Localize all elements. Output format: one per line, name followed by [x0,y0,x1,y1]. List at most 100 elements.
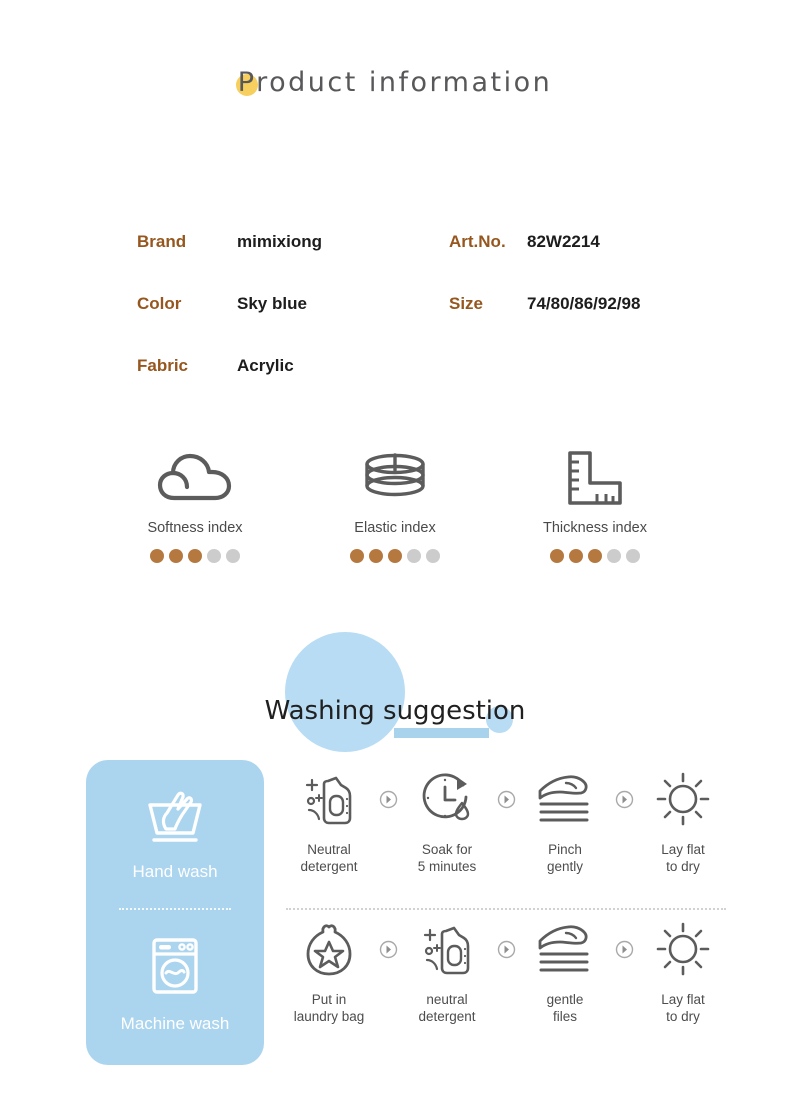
cloud-icon [95,447,295,509]
step-line-1: Pinch [548,842,582,857]
machine-wash-icon [144,935,206,1002]
heading-underline-bar [394,728,489,738]
washing-heading-block: Washing suggestion [0,632,790,752]
rating-dot [169,549,183,563]
wash-step-label: Lay flat to dry [640,991,726,1025]
spring-coil-icon [295,447,495,509]
hand-pinch-icon [522,910,608,982]
step-line-1: gentle [546,992,584,1007]
wash-step: neutral detergent [404,910,490,1025]
step-line-1: neutral [426,992,468,1007]
spec-value: mimixiong [237,232,323,251]
spec-value: Acrylic [237,356,294,375]
index-label: Elastic index [354,520,436,536]
rating-dot [550,549,564,563]
spec-pair-fabric: Fabric Acrylic [137,356,449,376]
circle-chevron-right-icon [490,910,522,959]
spec-row: Color Sky blue Size 74/80/86/92/98 [0,294,790,356]
wash-step: Soak for 5 minutes [404,760,490,875]
rating-dot [350,549,364,563]
step-line-1: Soak for [421,842,473,857]
clock-soak-icon [404,760,490,832]
quality-indexes: Softness index Elastic index Thickness i… [0,447,790,563]
page-header: Product information [0,62,790,132]
spec-value: Sky blue [237,294,307,313]
washing-suggestion-section: Hand wash Machine wash Neutral detergent… [0,760,790,1065]
wash-step-row: Neutral detergent Soak for 5 minutes Pin… [286,760,726,908]
index-item-thickness: Thickness index [495,447,695,563]
spec-value: 82W2214 [527,232,600,251]
rating-dot [369,549,383,563]
wash-step: Lay flat to dry [640,910,726,1025]
step-line-1: Lay flat [661,992,705,1007]
decorative-circle-large [285,632,405,752]
wash-step-label: neutral detergent [404,991,490,1025]
spec-row: Fabric Acrylic [0,356,790,418]
step-line-2: laundry bag [293,1009,365,1024]
hand-pinch-icon [522,760,608,832]
wash-step-label: Pinch gently [522,841,608,875]
spec-pair-brand: Brand mimixiong [137,232,449,252]
mode-divider [119,908,231,910]
step-line-2: detergent [300,859,358,874]
washing-heading: Washing suggestion [264,696,526,726]
rating-dot [150,549,164,563]
wash-mode-hand[interactable]: Hand wash [132,760,218,908]
rating-dot [207,549,221,563]
wash-mode-machine[interactable]: Machine wash [120,910,230,1058]
detergent-bottle-icon [286,760,372,832]
index-rating-dots [295,549,495,563]
ruler-square-icon [495,447,695,509]
rating-dot [407,549,421,563]
index-rating-dots [495,549,695,563]
circle-chevron-right-icon [372,760,404,809]
spec-label: Color [137,294,182,313]
spec-value: 74/80/86/92/98 [527,294,641,313]
rating-dot [569,549,583,563]
index-label: Softness index [147,520,243,536]
wash-step-label: Lay flat to dry [640,841,726,875]
step-line-2: gently [546,859,584,874]
spec-pair-artno: Art.No. 82W2214 [449,232,600,252]
wash-mode-label: Hand wash [132,861,218,881]
circle-chevron-right-icon [490,760,522,809]
detergent-bottle-icon [404,910,490,982]
rating-dot [188,549,202,563]
laundry-bag-icon [286,910,372,982]
step-line-2: 5 minutes [417,859,477,874]
spec-pair-size: Size 74/80/86/92/98 [449,294,640,314]
wash-step: Neutral detergent [286,760,372,875]
spec-pair-color: Color Sky blue [137,294,449,314]
wash-mode-panel: Hand wash Machine wash [86,760,264,1065]
circle-chevron-right-icon [372,910,404,959]
sun-dry-icon [640,760,726,832]
index-item-elastic: Elastic index [295,447,495,563]
step-line-2: files [552,1009,577,1024]
wash-step-label: Put in laundry bag [286,991,372,1025]
circle-chevron-right-icon [608,910,640,959]
wash-mode-label: Machine wash [120,1013,230,1033]
rating-dot [426,549,440,563]
step-line-2: detergent [418,1009,476,1024]
rating-dot [607,549,621,563]
step-line-1: Neutral [307,842,351,857]
hand-wash-icon [142,787,208,850]
wash-step: gentle files [522,910,608,1025]
step-line-2: to dry [666,1009,700,1024]
step-line-2: to dry [666,859,700,874]
wash-steps: Neutral detergent Soak for 5 minutes Pin… [286,760,726,1065]
spec-label: Fabric [137,356,189,375]
index-label: Thickness index [543,520,647,536]
page-title: Product information [237,67,553,98]
wash-step: Pinch gently [522,760,608,875]
spec-label: Size [449,294,484,313]
product-specs: Brand mimixiong Art.No. 82W2214 Color Sk… [0,232,790,418]
sun-dry-icon [640,910,726,982]
rating-dot [588,549,602,563]
spec-label: Brand [137,232,187,251]
rating-dot [388,549,402,563]
rating-dot [226,549,240,563]
wash-step: Put in laundry bag [286,910,372,1025]
wash-step-label: gentle files [522,991,608,1025]
index-item-softness: Softness index [95,447,295,563]
